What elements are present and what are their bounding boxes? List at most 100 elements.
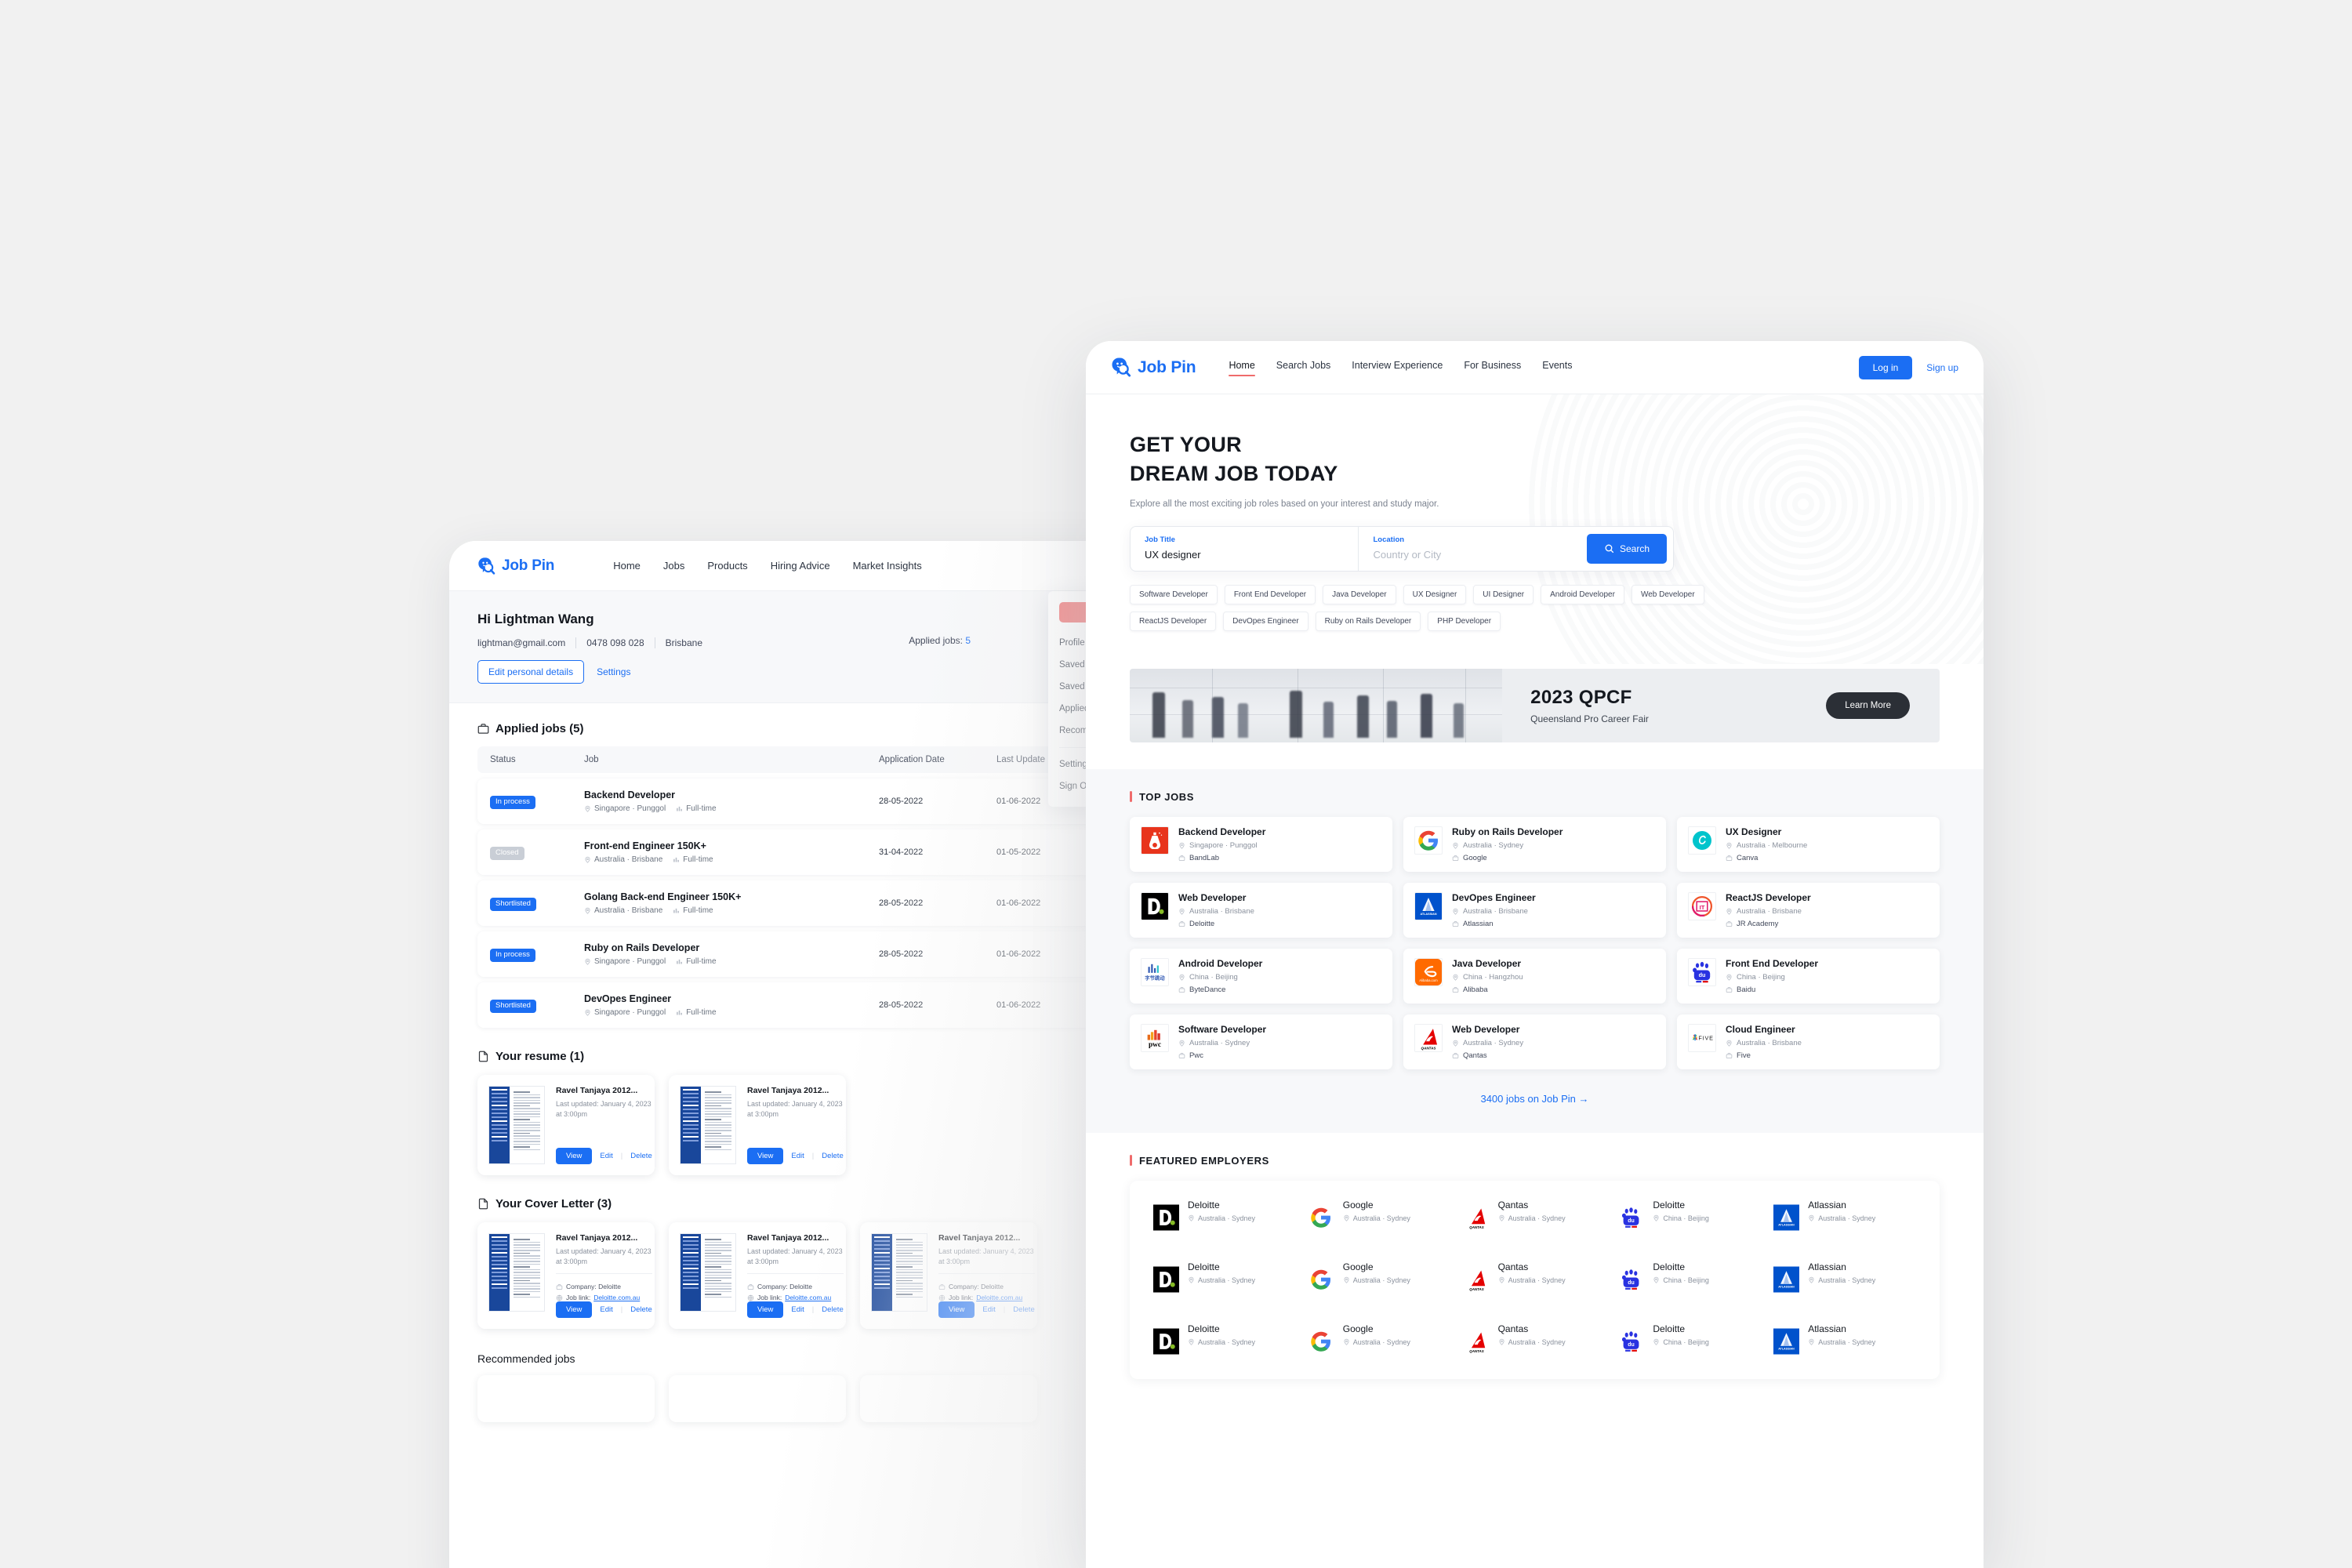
- nav-item-jobs[interactable]: Jobs: [663, 560, 684, 572]
- view-button[interactable]: View: [556, 1148, 593, 1164]
- location-input[interactable]: [1373, 548, 1573, 561]
- tab-interview-experience[interactable]: Interview Experience: [1352, 360, 1443, 375]
- document-name: Ravel Tanjaya 2012...: [556, 1233, 638, 1243]
- job-card-title: Cloud Engineer: [1726, 1023, 1795, 1035]
- delete-link[interactable]: Delete: [1013, 1305, 1034, 1314]
- job-card[interactable]: ATLASSIAN DevOpes Engineer Australia · Bri…: [1403, 882, 1666, 938]
- job-card[interactable]: FIVE Cloud Engineer Australia · Brisbane Fi…: [1677, 1014, 1940, 1069]
- jobpin-logo[interactable]: Job Pin: [1111, 357, 1196, 378]
- employer-item[interactable]: Deloitte Australia · Sydney: [1153, 1323, 1296, 1360]
- job-card[interactable]: Alibaba.com Java Developer China · Hangzho…: [1403, 948, 1666, 1004]
- job-card[interactable]: QANTAS Web Developer Australia · Sydney Qan…: [1403, 1014, 1666, 1069]
- list-item[interactable]: [477, 1375, 655, 1423]
- suggested-tag[interactable]: ReactJS Developer: [1130, 611, 1217, 631]
- suggested-tag[interactable]: Java Developer: [1323, 584, 1396, 604]
- joblink-link[interactable]: Deloitte.com.au: [785, 1294, 831, 1301]
- nav-item-market-insights[interactable]: Market Insights: [853, 560, 922, 572]
- edit-link[interactable]: Edit: [791, 1305, 804, 1314]
- tab-for-business[interactable]: For Business: [1464, 360, 1521, 375]
- job-card[interactable]: Backend Developer Singapore · Punggol Band…: [1130, 816, 1392, 872]
- employer-item[interactable]: QANTAS Qantas Australia · Sydney: [1463, 1200, 1606, 1236]
- document-card[interactable]: Ravel Tanjaya 2012... Last updated: Janua…: [669, 1075, 846, 1175]
- job-card[interactable]: IT ReactJS Developer Australia · Brisbane J…: [1677, 882, 1940, 938]
- table-row[interactable]: Shortlisted Golang Back-end Engineer 150K…: [477, 880, 1111, 926]
- suggested-tag[interactable]: Front End Developer: [1224, 584, 1316, 604]
- table-row[interactable]: In process Backend Developer Singapore · P…: [477, 779, 1111, 824]
- settings-link[interactable]: Settings: [597, 666, 630, 677]
- suggested-tag[interactable]: Android Developer: [1541, 584, 1624, 604]
- joblink-link[interactable]: Deloitte.com.au: [593, 1294, 640, 1301]
- jobpin-logo[interactable]: Job Pin: [477, 557, 554, 575]
- joblink-link[interactable]: Deloitte.com.au: [976, 1294, 1022, 1301]
- job-card-company: Pwc: [1178, 1051, 1266, 1060]
- job-card[interactable]: Ruby on Rails Developer Australia · Sydne…: [1403, 816, 1666, 872]
- employer-item[interactable]: du Deloitte China · Beijing: [1618, 1323, 1761, 1360]
- suggested-tag[interactable]: DevOpes Engineer: [1223, 611, 1308, 631]
- learn-more-button[interactable]: Learn More: [1826, 691, 1910, 719]
- employer-item[interactable]: Deloitte Australia · Sydney: [1153, 1261, 1296, 1298]
- edit-link[interactable]: Edit: [600, 1305, 612, 1314]
- all-jobs-link[interactable]: 3400 jobs on Job Pin →: [1130, 1093, 1940, 1105]
- view-button[interactable]: View: [938, 1301, 975, 1319]
- job-card[interactable]: du Front End Developer China · Beijing Baid…: [1677, 948, 1940, 1004]
- view-button[interactable]: View: [747, 1301, 784, 1319]
- job-card-location: Australia · Brisbane: [1726, 907, 1811, 916]
- search-button[interactable]: Search: [1586, 533, 1667, 564]
- promo-banner[interactable]: 2023 QPCF Queensland Pro Career Fair Lea…: [1130, 668, 1940, 742]
- employer-item[interactable]: QANTAS Qantas Australia · Sydney: [1463, 1323, 1606, 1360]
- suggested-tag[interactable]: Ruby on Rails Developer: [1315, 611, 1421, 631]
- suggested-tag[interactable]: Software Developer: [1130, 584, 1218, 604]
- edit-link[interactable]: Edit: [791, 1152, 804, 1160]
- employer-item[interactable]: Google Australia · Sydney: [1308, 1200, 1451, 1236]
- delete-link[interactable]: Delete: [630, 1305, 652, 1314]
- table-row[interactable]: Shortlisted DevOpes Engineer Singapore · P…: [477, 982, 1111, 1028]
- table-row[interactable]: Closed Front-end Engineer 150K+ Australia …: [477, 829, 1111, 875]
- job-card[interactable]: Web Developer Australia · Brisbane Deloitt…: [1130, 882, 1392, 938]
- suggested-tag[interactable]: PHP Developer: [1428, 611, 1501, 631]
- list-item[interactable]: [860, 1375, 1037, 1423]
- edit-link[interactable]: Edit: [982, 1305, 995, 1314]
- list-item[interactable]: [669, 1375, 846, 1423]
- deloitte-logo: [1153, 1261, 1179, 1298]
- delete-link[interactable]: Delete: [822, 1152, 843, 1160]
- table-row[interactable]: In process Ruby on Rails Developer Singapo…: [477, 931, 1111, 977]
- employer-item[interactable]: du Deloitte China · Beijing: [1618, 1261, 1761, 1298]
- nav-item-home[interactable]: Home: [613, 560, 641, 572]
- employer-item[interactable]: ATLASSIAN Atlassian Australia · Sydney: [1773, 1261, 1916, 1298]
- baidu-logo: du: [1618, 1323, 1644, 1360]
- nav-item-hiring-advice[interactable]: Hiring Advice: [771, 560, 830, 572]
- login-button[interactable]: Log in: [1858, 355, 1913, 379]
- edit-link[interactable]: Edit: [600, 1152, 612, 1160]
- document-card[interactable]: Ravel Tanjaya 2012... Last updated: Janua…: [669, 1222, 846, 1330]
- nav-item-products[interactable]: Products: [707, 560, 747, 572]
- tab-events[interactable]: Events: [1542, 360, 1572, 375]
- employer-item[interactable]: Google Australia · Sydney: [1308, 1261, 1451, 1298]
- delete-link[interactable]: Delete: [822, 1305, 843, 1314]
- employer-item[interactable]: ATLASSIAN Atlassian Australia · Sydney: [1773, 1200, 1916, 1236]
- suggested-tag[interactable]: UI Designer: [1473, 584, 1534, 604]
- tab-home[interactable]: Home: [1229, 360, 1256, 376]
- signup-link[interactable]: Sign up: [1926, 362, 1958, 373]
- job-card[interactable]: pwc Software Developer Australia · Sydney P…: [1130, 1014, 1392, 1069]
- job-card[interactable]: UX Designer Australia · Melbourne Canva: [1677, 816, 1940, 872]
- document-card[interactable]: Ravel Tanjaya 2012... Last updated: Janua…: [477, 1222, 655, 1330]
- employer-item[interactable]: Google Australia · Sydney: [1308, 1323, 1451, 1360]
- employer-item[interactable]: Deloitte Australia · Sydney: [1153, 1200, 1296, 1236]
- document-updated: Last updated: January 4, 2023 at 3:00pm: [556, 1100, 652, 1119]
- suggested-tag[interactable]: UX Designer: [1403, 584, 1467, 604]
- suggested-tag[interactable]: Web Developer: [1631, 584, 1704, 604]
- edit-personal-details-button[interactable]: Edit personal details: [477, 660, 585, 684]
- employer-item[interactable]: QANTAS Qantas Australia · Sydney: [1463, 1261, 1606, 1298]
- job-card[interactable]: 字节跳动 Android Developer China · Beijing Byte…: [1130, 948, 1392, 1004]
- auth-actions: Log in Sign up: [1858, 355, 1958, 379]
- google-logo: [1308, 1323, 1334, 1360]
- tab-search-jobs[interactable]: Search Jobs: [1276, 360, 1330, 375]
- document-card[interactable]: Ravel Tanjaya 2012... Last updated: Janua…: [860, 1222, 1037, 1330]
- delete-link[interactable]: Delete: [630, 1152, 652, 1160]
- document-card[interactable]: Ravel Tanjaya 2012... Last updated: Janua…: [477, 1075, 655, 1175]
- employer-item[interactable]: du Deloitte China · Beijing: [1618, 1200, 1761, 1236]
- search-input[interactable]: [1145, 548, 1345, 561]
- view-button[interactable]: View: [747, 1148, 784, 1164]
- employer-item[interactable]: ATLASSIAN Atlassian Australia · Sydney: [1773, 1323, 1916, 1360]
- view-button[interactable]: View: [556, 1301, 593, 1319]
